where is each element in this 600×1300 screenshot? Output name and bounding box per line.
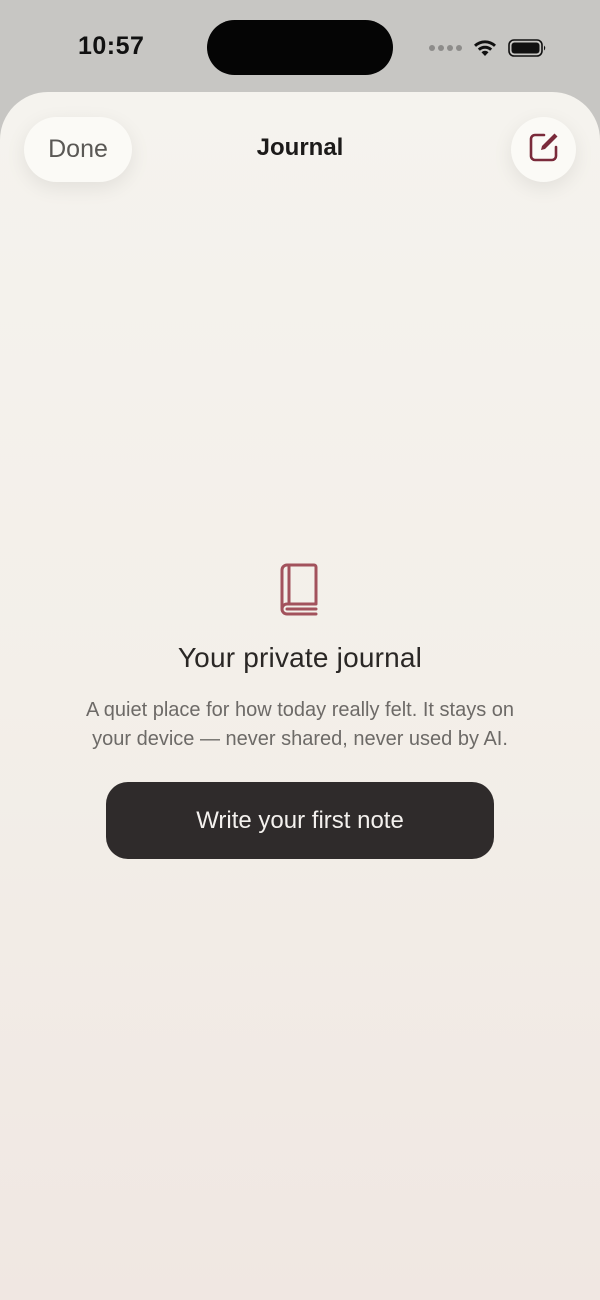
write-first-note-button[interactable]: Write your first note [106, 782, 494, 859]
empty-state-title: Your private journal [177, 642, 423, 673]
book-icon [276, 562, 324, 620]
screen: 10:57 Done Journal Your private journal … [0, 0, 600, 1300]
empty-state: Your private journal A quiet place for h… [0, 562, 600, 859]
status-icons [429, 37, 548, 59]
wifi-icon [472, 38, 498, 58]
empty-state-description: A quiet place for how today really felt.… [85, 699, 514, 750]
page-title: Journal [256, 134, 344, 161]
status-time: 10:57 [78, 32, 145, 60]
compose-icon [527, 130, 561, 169]
battery-icon [508, 38, 548, 58]
signal-dots-icon [429, 45, 462, 51]
compose-button[interactable] [511, 117, 576, 182]
dynamic-island [207, 20, 393, 75]
status-bar: 10:57 [0, 0, 600, 92]
journal-sheet: Done Journal Your private journal A quie… [0, 92, 600, 1300]
